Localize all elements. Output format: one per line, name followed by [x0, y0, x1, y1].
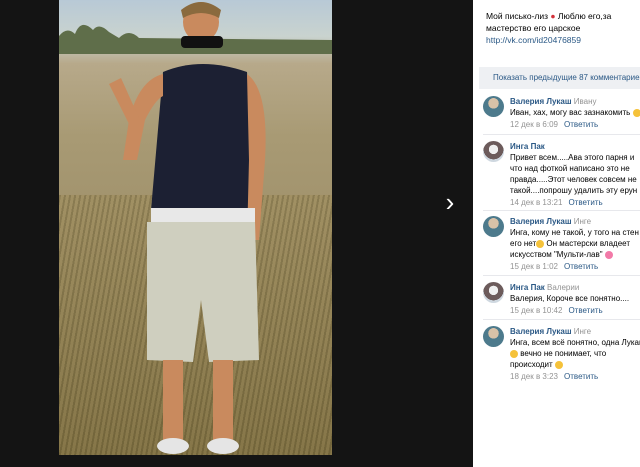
smile-emoji-icon — [632, 108, 640, 117]
reply-link[interactable]: Ответить — [564, 262, 598, 271]
comment-date[interactable]: 14 дек в 13:21 — [510, 198, 562, 207]
reply-link[interactable]: Ответить — [564, 372, 598, 381]
avatar[interactable] — [483, 216, 504, 237]
reply-link[interactable]: Ответить — [564, 120, 598, 129]
comment-line: такой....попрошу удалить эту ерун — [510, 186, 638, 195]
post-description: Мой писько-лиз ● Люблю его,за мастерство… — [473, 0, 640, 46]
avatar[interactable] — [483, 141, 504, 162]
comment-date[interactable]: 12 дек в 6:09 — [510, 120, 558, 129]
comment-date[interactable]: 18 дек в 3:23 — [510, 372, 558, 381]
divider — [483, 210, 640, 211]
comment-text: искусством "Мульти-лав" — [510, 249, 640, 260]
tongue-emoji-icon — [604, 250, 613, 259]
comment-line: вечно не понимает, что — [520, 349, 607, 358]
comment-text: вечно не понимает, что — [510, 348, 640, 359]
reply-link[interactable]: Ответить — [568, 306, 602, 315]
post-text-part1: Мой писько-лиз — [486, 11, 549, 21]
photo-area[interactable]: › — [0, 0, 473, 467]
comment-line: Иван, хах, могу вас зазнакомить — [510, 108, 631, 117]
comment-line: искусством "Мульти-лав" — [510, 250, 603, 259]
comment-text: Иван, хах, могу вас зазнакомить — [510, 107, 640, 118]
post-text-part2: Люблю его,за — [557, 11, 612, 21]
comment-author[interactable]: Валерия Лукаш — [510, 97, 572, 106]
reply-to: Инге — [573, 217, 592, 226]
laughing-emoji-icon — [554, 360, 563, 369]
comment-line: Инга, всем всё понятно, одна Лукаш — [510, 338, 640, 347]
post-link[interactable]: http://vk.com/id20476859 — [486, 34, 634, 46]
divider — [483, 275, 640, 276]
reply-to: Инге — [573, 327, 592, 336]
comment-date[interactable]: 15 дек в 1:02 — [510, 262, 558, 271]
avatar[interactable] — [483, 96, 504, 117]
comment-author[interactable]: Валерия Лукаш — [510, 327, 572, 336]
photo[interactable] — [59, 0, 332, 455]
divider — [483, 134, 640, 135]
comment-line: Валерия, Короче все понятно.... — [510, 294, 630, 303]
divider — [483, 319, 640, 320]
smile-emoji-icon — [536, 239, 545, 248]
comment-line: Он мастерски владеет — [546, 239, 630, 248]
person-figure — [109, 2, 266, 454]
comment-text: его нет Он мастерски владеет — [510, 238, 640, 249]
comment-line: правда.....Этот человек совсем не — [510, 175, 637, 184]
comment-author[interactable]: Инга Пак — [510, 142, 545, 151]
comment-author[interactable]: Инга Пак — [510, 283, 545, 292]
strawberry-icon: ● — [550, 11, 556, 21]
avatar[interactable] — [483, 282, 504, 303]
reply-link[interactable]: Ответить — [568, 198, 602, 207]
comment-line: Инга, кому не такой, у того на стен — [510, 228, 639, 237]
comment-line: его нет — [510, 239, 537, 248]
comment-line: что над фоткой написано это не — [510, 164, 630, 173]
reply-to: Ивану — [573, 97, 597, 106]
laughing-emoji-icon — [510, 349, 518, 358]
photo-viewer: › Мой писько-лиз ● Люблю его,за мастерст… — [0, 0, 640, 467]
comments-panel: Мой писько-лиз ● Люблю его,за мастерство… — [473, 0, 640, 467]
next-photo-button[interactable]: › — [438, 189, 462, 215]
comment-author[interactable]: Валерия Лукаш — [510, 217, 572, 226]
reply-to: Валерии — [547, 283, 580, 292]
comment-line: Привет всем.....Ава этого парня и — [510, 153, 635, 162]
comment-text: происходит — [510, 359, 640, 370]
comment-date[interactable]: 15 дек в 10:42 — [510, 306, 562, 315]
comment-line: происходит — [510, 360, 553, 369]
avatar[interactable] — [483, 326, 504, 347]
show-previous-comments-button[interactable]: Показать предыдущие 87 комментариев — [479, 67, 640, 89]
post-text-line2: мастерство его царское — [486, 23, 581, 33]
